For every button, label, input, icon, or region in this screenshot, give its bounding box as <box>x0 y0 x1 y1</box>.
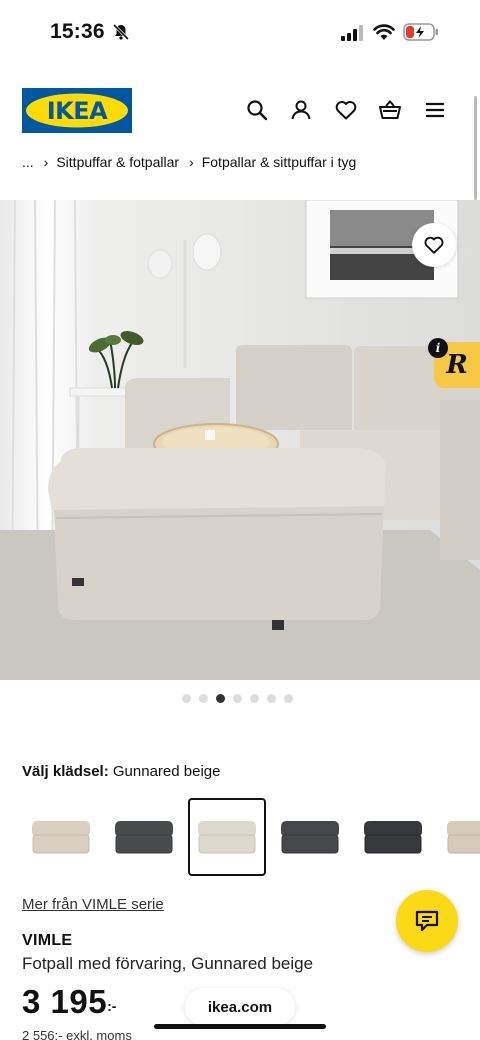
battery-icon <box>403 23 438 41</box>
product-name: VIMLE <box>22 932 73 949</box>
product-image[interactable] <box>0 200 480 680</box>
gallery-dot[interactable] <box>182 694 191 703</box>
basket-icon[interactable] <box>378 98 402 122</box>
breadcrumb: ... › Sittpuffar & fotpallar › Fotpallar… <box>22 154 356 170</box>
bell-off-icon <box>112 23 130 41</box>
upholstery-label-title: Välj klädsel: <box>22 763 109 780</box>
breadcrumb-item[interactable]: Sittpuffar & fotpallar <box>56 154 179 170</box>
chevron-right-icon: › <box>189 154 194 170</box>
breadcrumb-item[interactable]: Fotpallar & sittpuffar i tyg <box>202 154 357 170</box>
svg-text:IKEA: IKEA <box>47 97 108 125</box>
footstool-thumbnail <box>32 821 90 854</box>
swatch-option[interactable] <box>105 798 183 876</box>
product-description: Fotpall med förvaring, Gunnared beige <box>22 954 314 973</box>
favourite-button[interactable] <box>412 223 456 267</box>
price-suffix: :- <box>107 998 117 1014</box>
gallery-dots <box>182 694 293 703</box>
status-bar: 15:36 <box>0 0 480 64</box>
gallery-dot[interactable] <box>284 694 293 703</box>
scroll-indicator[interactable] <box>474 96 477 200</box>
product-price: 3 195 :- <box>22 984 116 1020</box>
gallery-dot[interactable] <box>233 694 242 703</box>
price-excl-vat: 2 556:- exkl. moms <box>22 1028 132 1040</box>
breadcrumb-root[interactable]: ... <box>22 154 34 170</box>
r-glyph: R <box>446 350 468 380</box>
status-time: 15:36 <box>50 20 105 43</box>
info-icon[interactable]: i <box>428 338 448 358</box>
gallery-dot[interactable] <box>250 694 259 703</box>
swatch-option[interactable] <box>271 798 349 876</box>
series-link[interactable]: Mer från VIMLE serie <box>22 896 164 913</box>
upholstery-label: Välj klädsel: Gunnared beige <box>22 763 220 780</box>
home-indicator[interactable] <box>154 1024 326 1029</box>
upholstery-swatches <box>22 798 480 878</box>
footstool-thumbnail <box>115 821 173 854</box>
footstool-thumbnail <box>447 821 480 854</box>
swatch-option[interactable] <box>437 798 480 876</box>
swatch-option-selected[interactable] <box>188 798 266 876</box>
swatch-option[interactable] <box>354 798 432 876</box>
ikea-logo[interactable]: IKEA <box>22 88 132 133</box>
gallery-dot[interactable] <box>199 694 208 703</box>
url-bar[interactable]: ikea.com <box>185 988 295 1026</box>
menu-icon[interactable] <box>423 98 447 122</box>
upholstery-selected-value: Gunnared beige <box>112 763 221 780</box>
heart-icon <box>424 236 444 254</box>
chevron-right-icon: › <box>43 154 49 170</box>
wifi-icon <box>373 24 395 40</box>
search-icon[interactable] <box>245 98 269 122</box>
swatch-option[interactable] <box>22 798 100 876</box>
heart-icon[interactable] <box>334 98 358 122</box>
chat-icon <box>415 910 439 932</box>
footstool-thumbnail <box>198 821 256 854</box>
user-icon[interactable] <box>289 98 313 122</box>
signal-icon <box>341 25 363 41</box>
gallery-dot[interactable] <box>267 694 276 703</box>
footstool-thumbnail <box>281 821 339 854</box>
gallery-dot-active[interactable] <box>216 694 225 703</box>
chat-button[interactable] <box>396 890 458 952</box>
site-header: IKEA <box>0 84 480 140</box>
footstool-thumbnail <box>364 821 422 854</box>
price-amount: 3 195 <box>22 983 108 1020</box>
